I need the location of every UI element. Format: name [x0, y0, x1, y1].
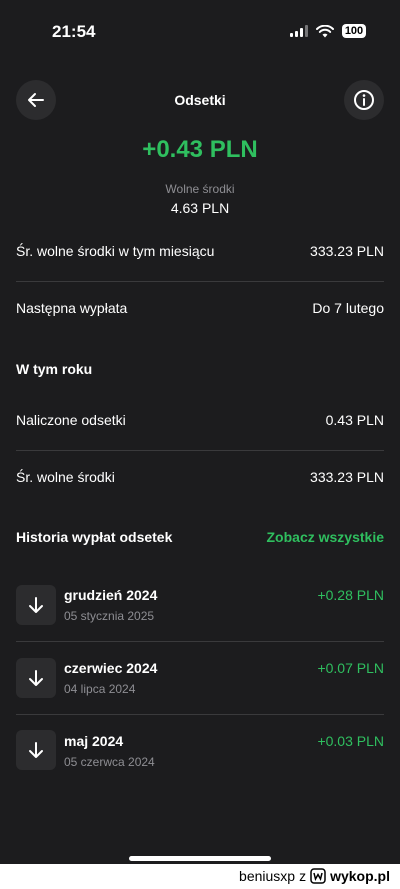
row-label: Śr. wolne środki w tym miesiącu	[16, 243, 215, 259]
page-title: Odsetki	[174, 92, 226, 108]
see-all-link[interactable]: Zobacz wszystkie	[267, 529, 385, 545]
divider	[16, 714, 384, 715]
wifi-icon	[316, 24, 334, 37]
arrow-down-icon	[29, 597, 43, 613]
history-item-date: 05 czerwca 2024	[64, 755, 155, 769]
payout-icon-box	[16, 585, 56, 625]
footer-separator: z	[299, 868, 307, 884]
row-value: 333.23 PLN	[310, 243, 384, 259]
info-button[interactable]	[344, 80, 384, 120]
divider	[16, 450, 384, 451]
wykop-logo-icon	[310, 868, 326, 884]
battery-icon: 100	[342, 24, 366, 38]
footer-attribution: beniusxp z wykop.pl	[239, 868, 390, 884]
history-item-amount: +0.03 PLN	[317, 733, 384, 749]
home-indicator[interactable]	[129, 856, 271, 861]
history-section-title: Historia wypłat odsetek	[16, 529, 173, 545]
history-item-title[interactable]: grudzień 2024	[64, 587, 157, 603]
row-value: Do 7 lutego	[312, 300, 384, 316]
history-item-date: 04 lipca 2024	[64, 682, 136, 696]
status-icons: 100	[290, 24, 366, 38]
accrued-interest-row: Naliczone odsetki 0.43 PLN	[16, 412, 384, 428]
avg-free-funds-row: Śr. wolne środki 333.23 PLN	[16, 469, 384, 485]
row-label: Następna wypłata	[16, 300, 128, 316]
interest-amount: +0.43 PLN	[142, 136, 258, 163]
history-item-amount: +0.07 PLN	[317, 660, 384, 676]
free-funds-value: 4.63 PLN	[170, 200, 230, 216]
status-time: 21:54	[52, 22, 96, 41]
payout-icon-box	[16, 730, 56, 770]
row-value: 0.43 PLN	[325, 412, 384, 428]
history-item-date: 05 stycznia 2025	[64, 609, 155, 623]
arrow-down-icon	[29, 742, 43, 758]
divider	[16, 641, 384, 642]
arrow-down-icon	[29, 670, 43, 686]
footer-site-name: wykop.pl	[330, 868, 390, 884]
payout-icon-box	[16, 658, 56, 698]
signal-icon	[290, 25, 308, 37]
next-payout-row: Następna wypłata Do 7 lutego	[16, 300, 384, 316]
free-funds-label: Wolne środki	[165, 182, 235, 196]
avg-free-funds-month-row: Śr. wolne środki w tym miesiącu 333.23 P…	[16, 243, 384, 259]
history-item-amount: +0.28 PLN	[317, 587, 384, 603]
history-item-title[interactable]: maj 2024	[64, 733, 123, 749]
history-item-title[interactable]: czerwiec 2024	[64, 660, 157, 676]
row-label: Naliczone odsetki	[16, 412, 126, 428]
footer-username: beniusxp	[239, 868, 296, 884]
row-value: 333.23 PLN	[310, 469, 384, 485]
info-icon	[354, 90, 374, 110]
row-label: Śr. wolne środki	[16, 469, 115, 485]
year-section-title: W tym roku	[16, 361, 93, 377]
divider	[16, 281, 384, 282]
